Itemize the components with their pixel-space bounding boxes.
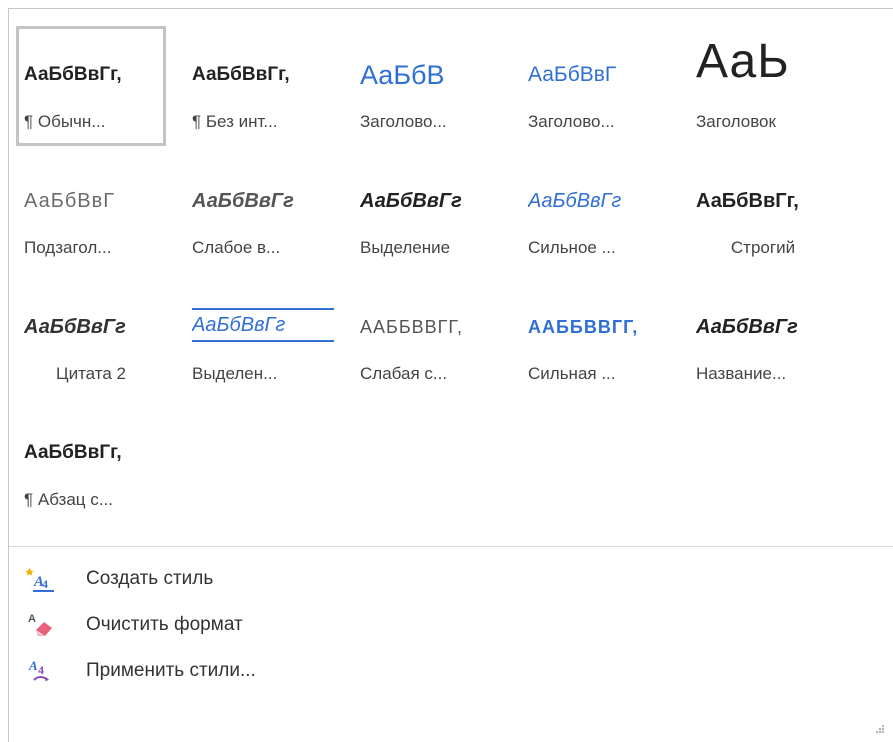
apply-styles-icon: A 4: [28, 658, 49, 681]
style-tile[interactable]: ААББВВГГ, Сильная ...: [520, 278, 670, 398]
style-tile[interactable]: АаБбВвГг Сильное ...: [520, 152, 670, 272]
create-style-label: Создать стиль: [86, 568, 214, 589]
style-tile[interactable]: АаБбВвГ Подзагол...: [16, 152, 166, 272]
style-preview: АаБбВвГг: [528, 190, 622, 212]
style-preview: АаБбВвГг: [192, 190, 294, 212]
style-preview: ААББВВГГ,: [528, 317, 639, 337]
styles-commands: A 4 Создать стиль A Очистить формат A 4 …: [20, 556, 880, 694]
style-tile[interactable]: АаБбВвГг Слабое в...: [184, 152, 334, 272]
apply-styles-label: Применить стили...: [86, 660, 256, 681]
style-tile[interactable]: АаБбВвГ Заголово...: [520, 26, 670, 146]
style-tile[interactable]: АаБбВвГг, Строгий: [688, 152, 838, 272]
resize-grip-icon[interactable]: [875, 724, 885, 734]
style-name: Заголовок: [696, 112, 776, 131]
style-name: Подзагол...: [24, 238, 112, 257]
style-tile[interactable]: АаБбВвГг, ¶ Обычн...: [16, 26, 166, 146]
svg-text:A: A: [28, 658, 38, 673]
create-style-command[interactable]: A 4 Создать стиль: [20, 556, 880, 602]
style-name: Выделение: [360, 238, 451, 257]
style-name: Строгий: [730, 238, 796, 257]
style-preview: АаБбВвГ: [24, 190, 116, 212]
style-preview: АаБбВвГг: [24, 316, 126, 338]
style-name: Заголово...: [360, 112, 447, 131]
menu-divider: [9, 546, 893, 547]
style-tile[interactable]: АаБбВвГг Название...: [688, 278, 838, 398]
style-name: Слабое в...: [192, 238, 281, 257]
style-name: ¶ Абзац с...: [24, 490, 113, 509]
style-name: Слабая с...: [360, 364, 448, 383]
style-tile[interactable]: АаБбВвГг Выделен...: [184, 278, 334, 398]
style-name: ¶ Без инт...: [192, 112, 278, 131]
style-name: ¶ Обычн...: [24, 112, 106, 131]
style-tile[interactable]: АаБбВвГг Выделение: [352, 152, 502, 272]
style-tile[interactable]: АаБбВвГг Цитата 2: [16, 278, 166, 398]
style-tile[interactable]: АаБбВ Заголово...: [352, 26, 502, 146]
style-preview: АаБбВвГг,: [192, 64, 290, 85]
style-name: Заголово...: [528, 112, 615, 131]
style-preview: АаЬ: [696, 35, 790, 88]
style-preview: АаБбВвГг,: [24, 64, 122, 85]
styles-grid: АаБбВвГг, ¶ Обычн... АаБбВвГг, ¶ Без инт...…: [16, 26, 876, 530]
style-preview: АаБбВвГг: [360, 190, 462, 212]
new-style-icon: A 4: [26, 567, 54, 592]
style-preview: ААББВВГГ,: [360, 317, 463, 337]
style-tile[interactable]: АаБбВвГг, ¶ Без инт...: [184, 26, 334, 146]
style-preview: АаБбВвГг,: [24, 442, 122, 463]
svg-text:A: A: [28, 613, 36, 625]
style-name: Сильное ...: [528, 238, 616, 257]
clear-formatting-label: Очистить формат: [86, 614, 243, 635]
style-preview: АаБбВвГг: [192, 308, 334, 342]
style-name: Название...: [696, 364, 787, 383]
style-preview: АаБбВ: [360, 60, 445, 90]
style-name: Сильная ...: [528, 364, 616, 383]
style-tile[interactable]: АаЬ Заголовок: [688, 26, 838, 146]
style-tile[interactable]: ААББВВГГ, Слабая с...: [352, 278, 502, 398]
styles-gallery: АаБбВвГг, ¶ Обычн... АаБбВвГг, ¶ Без инт...…: [16, 26, 876, 530]
apply-styles-command[interactable]: A 4 Применить стили...: [20, 648, 880, 694]
style-name: Цитата 2: [56, 364, 126, 383]
style-preview: АаБбВвГг,: [696, 190, 799, 212]
style-tile[interactable]: АаБбВвГг, ¶ Абзац с...: [16, 404, 166, 524]
style-preview: АаБбВвГг: [696, 316, 798, 338]
clear-formatting-command[interactable]: A Очистить формат: [20, 602, 880, 648]
svg-text:4: 4: [42, 577, 48, 591]
svg-text:4: 4: [38, 663, 44, 677]
style-name: Выделен...: [192, 364, 278, 383]
clear-formatting-icon: A: [28, 613, 52, 636]
style-preview: АаБбВвГ: [528, 63, 617, 86]
